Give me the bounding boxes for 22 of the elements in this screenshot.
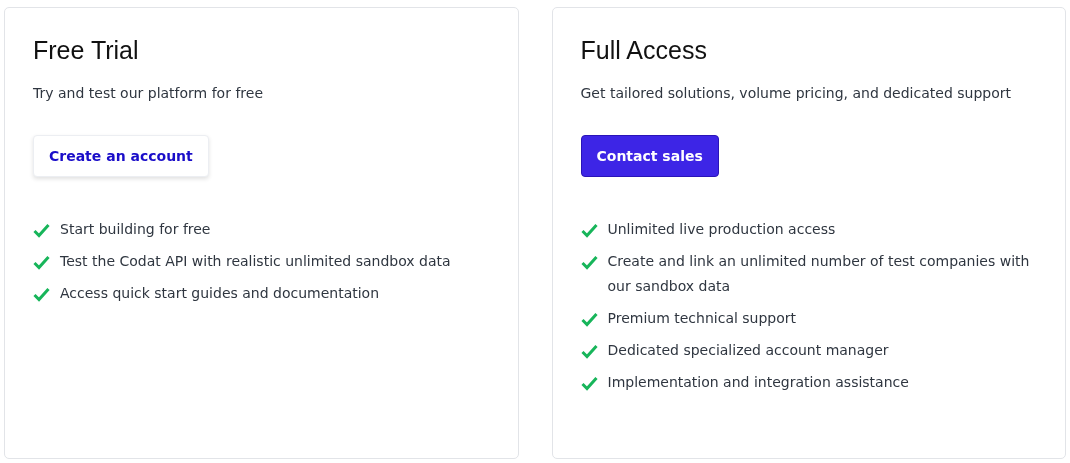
check-icon (580, 344, 598, 359)
check-icon (580, 255, 598, 270)
check-icon (580, 376, 598, 391)
feature-text: Test the Codat API with realistic unlimited sandbox data (60, 252, 451, 271)
feature-text: Premium technical support (607, 309, 797, 328)
feature-text: Unlimited live production access (607, 220, 836, 239)
feature-text: Dedicated specialized account manager (607, 341, 889, 360)
feature-text: Create and link an unlimited number of test companies with our sandbox data (607, 252, 1031, 296)
feature-text: Start building for free (60, 220, 211, 239)
plan-description: Try and test our platform for free (33, 85, 264, 101)
feature-text: Implementation and integration assistance (607, 373, 909, 392)
check-icon (33, 255, 50, 270)
contact-sales-button[interactable]: Contact sales (580, 135, 719, 177)
check-icon (33, 287, 50, 302)
check-icon (580, 312, 598, 327)
check-icon (33, 223, 50, 238)
check-icon (580, 223, 598, 238)
plan-title: Full Access (580, 36, 708, 65)
create-account-button[interactable]: Create an account (33, 135, 209, 177)
feature-text: Access quick start guides and documentation (60, 284, 380, 303)
plan-title: Free Trial (33, 36, 140, 65)
plan-description: Get tailored solutions, volume pricing, and dedicated support (580, 85, 1012, 101)
